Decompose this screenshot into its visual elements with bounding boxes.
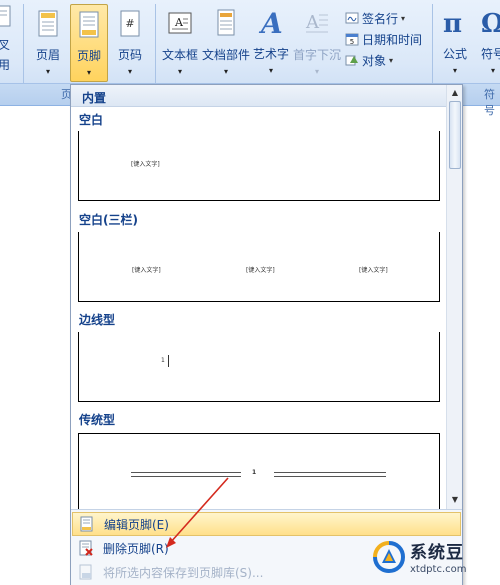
svg-text:A: A xyxy=(305,12,320,33)
page-number-icon: # xyxy=(120,10,140,37)
watermark: 系统豆 xtdptc.com xyxy=(370,528,500,585)
wordart-label: 艺术字 xyxy=(253,47,290,61)
chevron-down-icon: ▾ xyxy=(45,67,50,76)
quick-parts-icon xyxy=(217,9,235,36)
document-icon xyxy=(0,5,11,27)
scroll-up-icon[interactable]: ▲ xyxy=(448,86,462,100)
footer-option-blank[interactable]: [键入文字] xyxy=(78,131,440,201)
rule-left-bottom xyxy=(131,476,241,477)
chevron-down-icon: ▾ xyxy=(86,68,91,77)
chevron-down-icon: ▾ xyxy=(223,67,228,76)
delete-footer-label: 删除页脚(R) xyxy=(103,541,169,556)
textbox-button[interactable]: A 文本框 ▾ xyxy=(160,4,200,82)
group-label-symbols: 符号 xyxy=(484,88,495,117)
svg-text:A: A xyxy=(174,16,184,29)
placeholder-text: [键入文字] xyxy=(131,161,160,168)
rule-right-bottom xyxy=(274,476,386,477)
gallery-scrollbar[interactable]: ▲ ▼ xyxy=(446,85,462,509)
equation-label: 公式 xyxy=(442,47,467,61)
svg-text:#: # xyxy=(125,17,134,30)
svg-text:5: 5 xyxy=(350,38,354,46)
object-icon xyxy=(345,55,358,66)
section-title-traditional: 传统型 xyxy=(79,413,116,427)
footer-option-sideline[interactable]: 1 xyxy=(78,332,440,402)
sideline-bar xyxy=(168,355,169,367)
header-icon xyxy=(38,10,58,37)
save-gallery-icon xyxy=(79,564,92,580)
object-button[interactable]: 对象 ▾ xyxy=(345,51,393,69)
signature-icon xyxy=(345,12,359,24)
chevron-down-icon: ▾ xyxy=(177,67,182,76)
omega-icon: Ω xyxy=(481,9,500,37)
delete-footer-icon xyxy=(79,540,93,556)
watermark-name: 系统豆 xyxy=(410,543,464,563)
wordart-button[interactable]: A 艺术字 ▾ xyxy=(253,4,289,82)
object-label: 对象 xyxy=(362,53,387,68)
date-time-label: 日期和时间 xyxy=(362,32,423,47)
drop-cap-label: 首字下沉 xyxy=(292,48,341,62)
svg-text:A: A xyxy=(258,7,283,37)
page-number-text: 1 xyxy=(252,469,257,476)
chevron-down-icon: ▾ xyxy=(490,66,495,75)
textbox-label: 文本框 xyxy=(161,48,198,62)
svg-text:Ω: Ω xyxy=(481,9,500,37)
pi-icon: π xyxy=(443,9,462,37)
chevron-down-icon: ▾ xyxy=(127,67,132,76)
chevron-down-icon: ▾ xyxy=(452,66,457,75)
placeholder-text-center: [键入文字] xyxy=(246,267,275,274)
edit-footer-label: 编辑页脚(E) xyxy=(104,517,169,532)
equation-button[interactable]: π 公式 ▾ xyxy=(437,4,473,82)
partial-left-label-1: 叉 xyxy=(0,38,10,52)
placeholder-text-left: [键入文字] xyxy=(132,267,161,274)
page-number-text: 1 xyxy=(161,357,165,364)
svg-text:π: π xyxy=(443,9,462,37)
header-label: 页眉 xyxy=(35,48,60,62)
drop-cap-icon: A xyxy=(305,12,328,33)
rule-right-top xyxy=(274,472,386,473)
partial-left-button[interactable]: 叉 用 xyxy=(0,4,14,82)
section-title-blank-three-column: 空白(三栏) xyxy=(79,213,138,227)
signature-line-button[interactable]: 签名行 ▾ xyxy=(345,9,405,27)
scrollbar-thumb[interactable] xyxy=(449,101,461,169)
header-button[interactable]: 页眉 ▾ xyxy=(30,4,66,82)
footer-label: 页脚 xyxy=(76,49,101,63)
footer-option-blank-three-column[interactable]: [键入文字] [键入文字] [键入文字] xyxy=(78,232,440,302)
edit-footer-icon xyxy=(80,516,93,532)
scroll-down-icon[interactable]: ▼ xyxy=(448,493,462,507)
footer-icon xyxy=(79,11,99,38)
drop-cap-button[interactable]: A 首字下沉 ▾ xyxy=(292,4,342,82)
gallery-header: 内置 xyxy=(71,85,446,107)
placeholder-text-right: [键入文字] xyxy=(359,267,388,274)
chevron-down-icon: ▾ xyxy=(268,66,273,75)
calendar-icon: 5 xyxy=(345,33,359,46)
watermark-logo-icon xyxy=(373,540,406,573)
chevron-down-icon: ▾ xyxy=(314,67,319,76)
page-number-button[interactable]: # 页码 ▾ xyxy=(112,4,148,82)
save-to-footer-gallery-label: 将所选内容保存到页脚库(S)... xyxy=(103,565,264,580)
footer-button[interactable]: 页脚 ▾ xyxy=(70,4,108,82)
section-title-blank: 空白 xyxy=(79,113,104,127)
footer-gallery-dropdown: 内置 空白 [键入文字] 空白(三栏) [键入文字] [键入文字] [键入文字]… xyxy=(70,84,463,585)
textbox-icon: A xyxy=(168,12,192,34)
rule-left-top xyxy=(131,472,241,473)
watermark-url: xtdptc.com xyxy=(410,564,467,575)
symbol-label: 符号 xyxy=(480,47,500,61)
chevron-down-icon: ▾ xyxy=(401,13,406,23)
partial-left-label-2: 用 xyxy=(0,58,10,72)
quick-parts-label: 文档部件 xyxy=(202,48,251,62)
page-number-label: 页码 xyxy=(117,48,142,62)
signature-line-label: 签名行 xyxy=(362,11,399,26)
quick-parts-button[interactable]: 文档部件 ▾ xyxy=(202,4,250,82)
wordart-icon: A xyxy=(258,7,283,37)
chevron-down-icon: ▾ xyxy=(389,55,394,65)
date-time-button[interactable]: 5 日期和时间 xyxy=(345,30,422,48)
symbol-button[interactable]: Ω 符号 ▾ xyxy=(478,4,500,82)
footer-option-traditional[interactable]: 1 xyxy=(78,433,440,509)
section-title-sideline: 边线型 xyxy=(79,313,116,327)
